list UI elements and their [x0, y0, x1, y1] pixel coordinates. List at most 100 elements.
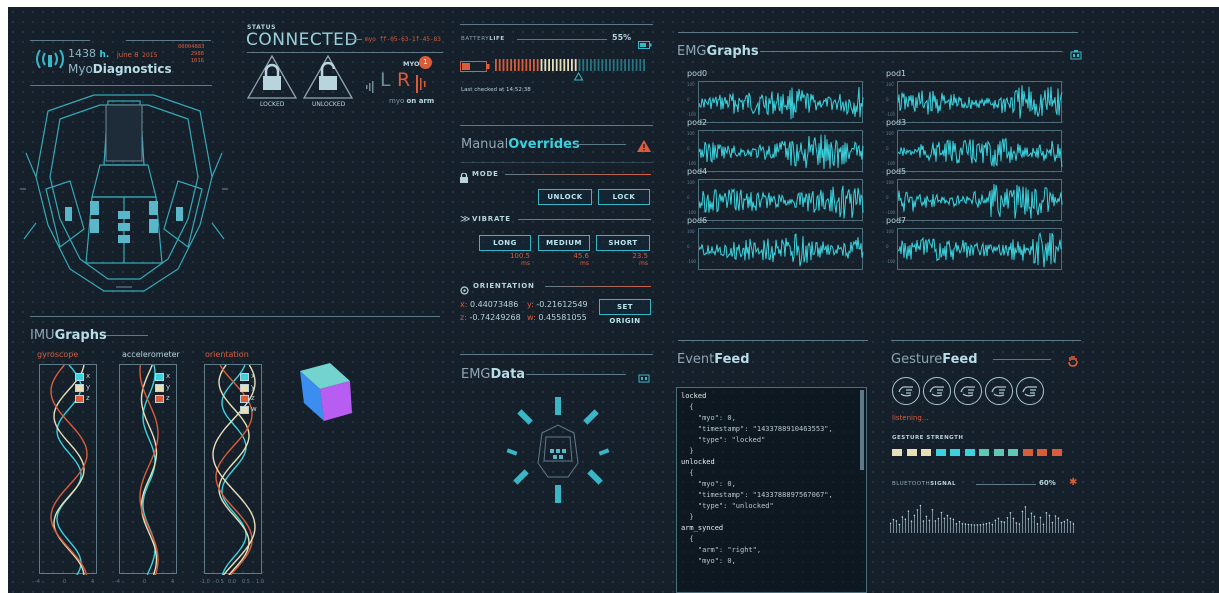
bluetooth-signal-dot — [961, 523, 964, 525]
bluetooth-signal-bar — [953, 519, 954, 533]
arm-right: R — [397, 69, 411, 91]
bluetooth-signal-bar — [1016, 522, 1017, 533]
myo-label: MYO — [403, 60, 420, 68]
bluetooth-signal-bar — [1070, 521, 1071, 533]
legend-label: x — [166, 372, 171, 380]
bluetooth-signal-bar — [923, 521, 924, 533]
bluetooth-signal-bar — [1043, 524, 1044, 533]
event-feed-scrollbar[interactable] — [860, 390, 864, 470]
bluetooth-signal-dot — [958, 520, 961, 523]
bluetooth-signal-bar — [980, 524, 981, 533]
battery-label: BATTERYLIFE — [461, 36, 505, 42]
bluetooth-signal-bar — [1028, 518, 1029, 533]
battery-level-bar — [495, 57, 651, 87]
bluetooth-signal-bar — [1049, 515, 1050, 533]
manual-overrides-title: ManualOverrides — [461, 137, 580, 152]
bluetooth-signal-dot — [937, 517, 940, 520]
bluetooth-signal-dot — [889, 522, 892, 525]
battery-percent: 55% — [612, 33, 632, 42]
bluetooth-signal-dot — [1051, 521, 1054, 524]
legend-label: x — [86, 372, 91, 380]
event-feed-log[interactable]: locked { "myo": 0, "timestamp": "1433788… — [676, 387, 867, 593]
emg-data-title: EMGData — [461, 367, 526, 382]
emg-axis-tick: 100 — [886, 82, 894, 87]
bluetooth-signal-dot — [1003, 521, 1006, 523]
locked-button[interactable]: LOCKED — [246, 54, 298, 109]
signal-bars-right-icon — [415, 73, 429, 99]
armband-icon — [1070, 45, 1082, 64]
emg-pod-label: pod2 — [687, 118, 708, 127]
emg-pod-graph — [897, 81, 1063, 123]
bluetooth-signal-bar — [911, 521, 912, 533]
bluetooth-signal-dot — [910, 520, 913, 523]
set-origin-button[interactable]: SET ORIGIN — [599, 299, 651, 325]
event-feed-line: "timestamp": "1433788910463553", — [681, 425, 833, 433]
legend-swatch — [75, 373, 84, 381]
bluetooth-signal-dot — [976, 524, 979, 526]
vibrate-long-button[interactable]: LONG — [479, 235, 531, 251]
bluetooth-signal-dot — [1021, 510, 1024, 513]
legend-label: y — [251, 383, 256, 391]
bluetooth-signal-bar — [1055, 516, 1056, 533]
bluetooth-signal-bar — [917, 509, 918, 533]
imu-axis-tick: 4 — [91, 579, 95, 585]
battery-segment — [616, 59, 619, 71]
vibrate-short-button[interactable]: SHORT — [596, 235, 650, 251]
battery-segment — [571, 59, 573, 71]
bluetooth-signal-bar — [938, 518, 939, 533]
bluetooth-signal-bar — [950, 518, 951, 533]
gyroscope-graph: xyz — [39, 364, 97, 576]
battery-segment — [517, 59, 520, 71]
battery-segment — [593, 59, 596, 71]
bluetooth-signal-bar — [968, 524, 969, 533]
bluetooth-signal-bar — [977, 524, 978, 533]
bluetooth-signal-dot — [913, 514, 916, 517]
battery-segment — [548, 59, 550, 71]
bluetooth-signal-bar — [902, 516, 903, 533]
battery-segment — [510, 59, 512, 71]
bluetooth-signal-bar — [989, 522, 990, 533]
bluetooth-signal-dot — [994, 519, 997, 522]
long-duration: 100.5 ms — [509, 252, 530, 268]
bluetooth-signal-label: BLUETOOTHSIGNAL — [892, 481, 956, 487]
battery-segment — [605, 59, 607, 71]
battery-segment — [612, 59, 615, 71]
strength-segment — [892, 449, 902, 456]
bluetooth-signal-dot — [1012, 517, 1015, 520]
event-feed-line: "arm": "right", — [681, 546, 762, 554]
strength-segment — [1037, 449, 1047, 456]
lock-button[interactable]: LOCK — [598, 189, 650, 205]
bluetooth-signal-bar — [932, 509, 933, 533]
legend-label: z — [166, 394, 170, 402]
bluetooth-signal-dot — [1045, 512, 1048, 514]
emg-axis-tick: 100 — [687, 82, 695, 87]
bluetooth-signal-dot — [1006, 517, 1009, 519]
myo-id: myo ff-05-63-1f-45-83 — [365, 36, 441, 43]
bluetooth-signal-bars — [889, 499, 1076, 539]
bluetooth-signal-bar — [899, 524, 900, 533]
bluetooth-signal-bar — [935, 520, 936, 533]
event-feed-title: EventFeed — [677, 352, 750, 367]
bluetooth-signal-bar — [962, 523, 963, 533]
emg-signal-line — [897, 85, 1063, 119]
unlocked-button[interactable]: UNLOCKED — [302, 54, 354, 109]
vibrate-label: VIBRATE — [472, 215, 511, 223]
event-feed-line: { — [681, 535, 694, 543]
bluetooth-signal-bar — [890, 523, 891, 533]
event-feed-line: "myo": 0, — [681, 480, 736, 488]
bluetooth-signal-bar — [995, 520, 996, 533]
bluetooth-icon: ✱ — [1069, 477, 1078, 488]
event-feed-line: { — [681, 403, 694, 411]
imu-graphs-title: IMUGraphs — [30, 328, 107, 343]
bluetooth-signal-dot — [898, 523, 901, 526]
vibrate-medium-button[interactable]: MEDIUM — [538, 235, 590, 251]
bluetooth-signal-dot — [991, 523, 994, 526]
strength-segment — [1022, 449, 1033, 456]
bluetooth-signal-bar — [1034, 516, 1035, 533]
strength-segment — [950, 449, 960, 456]
imu-axis-tick: 0.0 — [228, 579, 236, 585]
bluetooth-signal-dot — [1057, 517, 1060, 519]
lock-open-icon — [302, 54, 354, 99]
unlock-button[interactable]: UNLOCK — [538, 189, 592, 205]
bluetooth-signal-dot — [907, 510, 910, 512]
